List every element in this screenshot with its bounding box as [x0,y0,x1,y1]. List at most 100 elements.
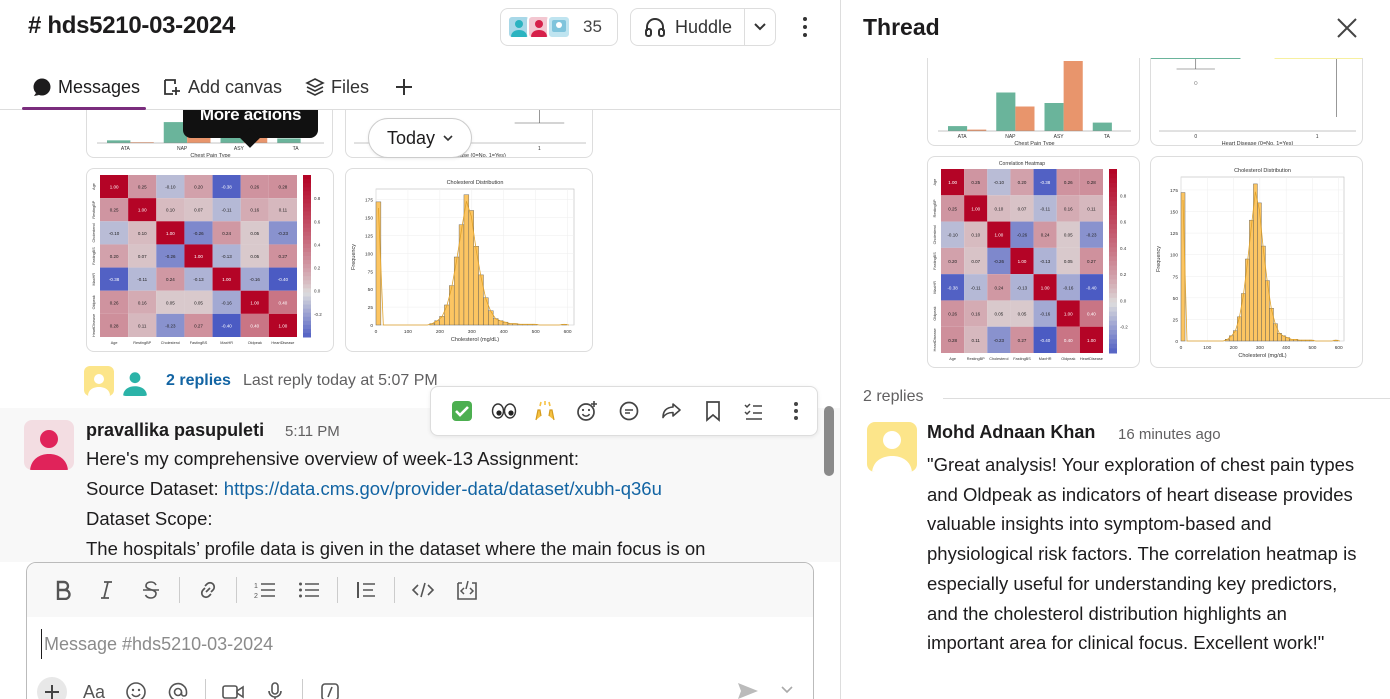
heatmap-x-label: FastingBS [1013,357,1031,361]
code-block-button[interactable] [445,572,489,608]
colorbar-segment [303,280,311,285]
eyes-reaction-button[interactable] [483,393,525,429]
colorbar-segment [303,284,311,289]
huddle-options-button[interactable] [745,22,775,32]
members-button[interactable]: 35 [500,8,618,46]
colorbar-segment [303,231,311,237]
send-options-button[interactable] [781,681,793,697]
smile-icon [126,682,146,699]
heatmap-x-label: Age [949,357,956,361]
heatmap-cell-label: 1.00 [166,231,175,236]
colorbar-tick: 0.2 [1120,272,1127,277]
colorbar-segment [303,320,311,326]
reply-timestamp[interactable]: 16 minutes ago [1118,426,1221,443]
message-line: Here's my comprehensive overview of week… [86,448,579,469]
colorbar-segment [1109,169,1117,175]
heatmap-cell-label: -0.10 [947,233,958,238]
heatmap-x-label: Cholesterol [989,357,1008,361]
boxplot-chart-image[interactable]: 0 1 Heart Disease (0=No, 1=Yes) [1150,58,1363,146]
colorbar-segment [303,219,311,225]
layers-icon [305,78,325,96]
bold-button[interactable] [41,572,85,608]
bullet-list-button[interactable] [287,572,331,608]
heatmap-y-label: Oldpeak [933,306,937,320]
author-avatar[interactable] [24,420,74,470]
histogram-image[interactable]: 0 25 50 75 100 125 150 175 0 100 200 300 400 500 600 Ch… [1150,156,1363,368]
strikethrough-button[interactable] [129,572,173,608]
italic-button[interactable] [85,572,129,608]
histogram-image[interactable]: 0 25 50 75 100 125 150 175 0 100 200 300 400 500 600 Ch… [345,168,593,352]
colorbar-segment [1109,348,1117,354]
histogram-bar [1180,192,1186,342]
heatmap-cell-label: 0.26 [1064,180,1073,185]
add-reaction-button[interactable] [566,393,608,429]
colorbar-tick: 0.0 [314,289,321,294]
colorbar-segment [1109,316,1117,322]
raised-hands-reaction-button[interactable] [525,393,567,429]
heatmap-cell-label: 0.26 [110,300,119,305]
y-tick-label: 175 [1170,188,1178,194]
video-clip-button[interactable] [212,677,254,699]
channel-header: # hds5210-03-2024 35 Huddle [0,0,840,60]
x-axis-label: Chest Pain Type [190,153,230,158]
message-timestamp[interactable]: 5:11 PM [285,423,340,440]
heatmap-cell-label: -0.26 [165,254,176,259]
colorbar-segment [1109,270,1117,276]
check-reaction-button[interactable] [441,393,483,429]
colorbar-tick: 0.8 [1120,193,1127,198]
code-button[interactable] [401,572,445,608]
author-name[interactable]: Mohd Adnaan Khan [927,422,1095,443]
replies-link[interactable]: 2 replies [166,372,231,390]
date-divider-button[interactable]: Today [368,118,472,158]
save-button[interactable] [692,393,734,429]
colorbar-segment [303,211,311,216]
heatmap-y-label: Cholesterol [92,223,96,242]
heatmap-cell-label: 0.16 [138,300,147,305]
thread-scroll[interactable]: ATA NAP ASY TA Chest Pain Type 0 1 Heart Disea… [841,58,1390,699]
text-format-button[interactable]: Aa [73,677,115,699]
reply-in-thread-button[interactable] [608,393,650,429]
heatmap-cell-label: 0.27 [1018,338,1027,343]
feed-scrollbar[interactable] [824,406,834,476]
kebab-icon [794,402,799,420]
channel-more-button[interactable] [794,12,816,42]
close-thread-button[interactable] [1333,14,1361,42]
audio-clip-button[interactable] [254,677,296,699]
heatmap-cell-label: -0.16 [222,300,233,305]
heatmap-image[interactable]: 1.00 0.25 -0.10 0.20 -0.38 0.26 0.28 0.25 1.00 0.… [86,168,334,352]
attach-plus-button[interactable] [37,677,67,699]
chest-pain-chart-image[interactable]: ATA NAP ASY TA Chest Pain Type [927,58,1140,146]
toolbar-divider [179,577,180,603]
source-link[interactable]: https://data.cms.gov/provider-data/datas… [224,478,662,499]
slash-command-button[interactable] [309,677,351,699]
heatmap-cell-label: 0.10 [994,206,1003,211]
tab-label: Add canvas [188,76,283,97]
forward-button[interactable] [650,393,692,429]
author-name[interactable]: pravallika pasupuleti [86,420,264,441]
colorbar-segment [303,243,311,249]
emoji-button[interactable] [115,677,157,699]
channel-title[interactable]: # hds5210-03-2024 [28,12,235,40]
more-actions-button[interactable] [775,393,817,429]
add-to-list-button[interactable] [733,393,775,429]
blockquote-button[interactable] [344,572,388,608]
thread-summary[interactable]: 2 replies Last reply today at 5:07 PM [84,366,438,396]
huddle-button[interactable]: Huddle [631,9,746,45]
toolbar-divider [205,679,206,699]
heatmap-cell-label: 1.00 [1018,259,1027,264]
message-input[interactable] [41,629,781,659]
chest-pain-chart: ATA NAP ASY TA Chest Pain Type [938,61,1131,145]
link-button[interactable] [186,572,230,608]
heatmap-cell-label: 0.05 [250,254,259,259]
mention-button[interactable] [157,677,199,699]
send-button[interactable] [737,681,759,699]
ordered-list-button[interactable]: 12 [243,572,287,608]
x-tick-label: 600 [1335,345,1343,351]
author-avatar[interactable] [867,422,917,472]
tab-files[interactable]: Files [305,74,369,100]
tab-messages[interactable]: Messages [32,74,140,100]
add-tab-button[interactable] [394,74,414,100]
x-tick-label: 500 [532,329,540,335]
tab-add-canvas[interactable]: Add canvas [162,74,282,100]
heatmap-image[interactable]: Correlation Heatmap 1.00 0.25 -0.10 0.20 -0.3… [927,156,1140,368]
